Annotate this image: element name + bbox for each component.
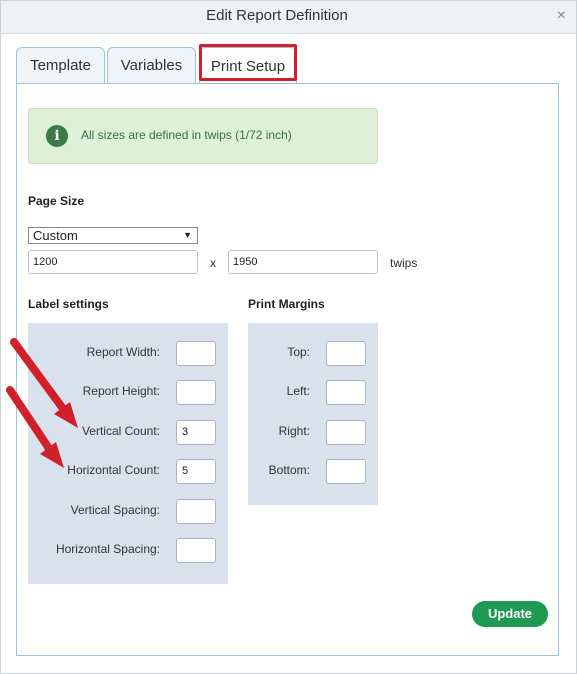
margin-left-label: Left: — [286, 384, 310, 398]
dropdown-arrow-icon: ▼ — [183, 230, 192, 240]
info-text: All sizes are defined in twips (1/72 inc… — [81, 128, 292, 142]
margin-right-input[interactable] — [326, 420, 366, 445]
horizontal-spacing-label: Horizontal Spacing: — [55, 542, 160, 556]
tab-print-setup[interactable]: Print Setup — [199, 47, 297, 84]
report-height-label: Report Height: — [82, 384, 160, 398]
size-separator: x — [210, 256, 216, 270]
print-margins-heading: Print Margins — [248, 297, 325, 311]
margin-bottom-input[interactable] — [326, 459, 366, 484]
page-size-select-value: Custom — [33, 228, 78, 243]
size-unit-label: twips — [390, 256, 418, 270]
horizontal-count-input[interactable]: 5 — [176, 459, 216, 484]
close-icon[interactable]: × — [557, 7, 566, 25]
margin-top-input[interactable] — [326, 341, 366, 366]
report-width-label: Report Width: — [86, 345, 160, 359]
dialog-titlebar: Edit Report Definition × — [1, 1, 576, 34]
margin-right-label: Right: — [278, 424, 310, 438]
page-height-input[interactable]: 1950 — [228, 250, 378, 274]
margin-top-label: Top: — [287, 345, 310, 359]
vertical-count-label: Vertical Count: — [81, 424, 160, 438]
tab-template[interactable]: Template — [16, 47, 105, 83]
update-button[interactable]: Update — [472, 601, 548, 627]
vertical-count-input[interactable]: 3 — [176, 420, 216, 445]
report-height-input[interactable] — [176, 380, 216, 405]
page-size-heading: Page Size — [28, 194, 85, 208]
label-settings-heading: Label settings — [28, 297, 109, 311]
margin-bottom-label: Bottom: — [268, 463, 310, 477]
horizontal-spacing-input[interactable] — [176, 538, 216, 563]
page-width-input[interactable]: 1200 — [28, 250, 198, 274]
horizontal-count-label: Horizontal Count: — [67, 463, 160, 477]
page-size-select[interactable]: Custom ▼ — [28, 227, 198, 244]
tab-variables[interactable]: Variables — [107, 47, 196, 83]
margin-left-input[interactable] — [326, 380, 366, 405]
info-icon: i — [46, 125, 68, 147]
vertical-spacing-label: Vertical Spacing: — [70, 503, 160, 517]
report-width-input[interactable] — [176, 341, 216, 366]
vertical-spacing-input[interactable] — [176, 499, 216, 524]
info-alert: i All sizes are defined in twips (1/72 i… — [28, 108, 378, 164]
dialog-title: Edit Report Definition — [206, 7, 348, 24]
